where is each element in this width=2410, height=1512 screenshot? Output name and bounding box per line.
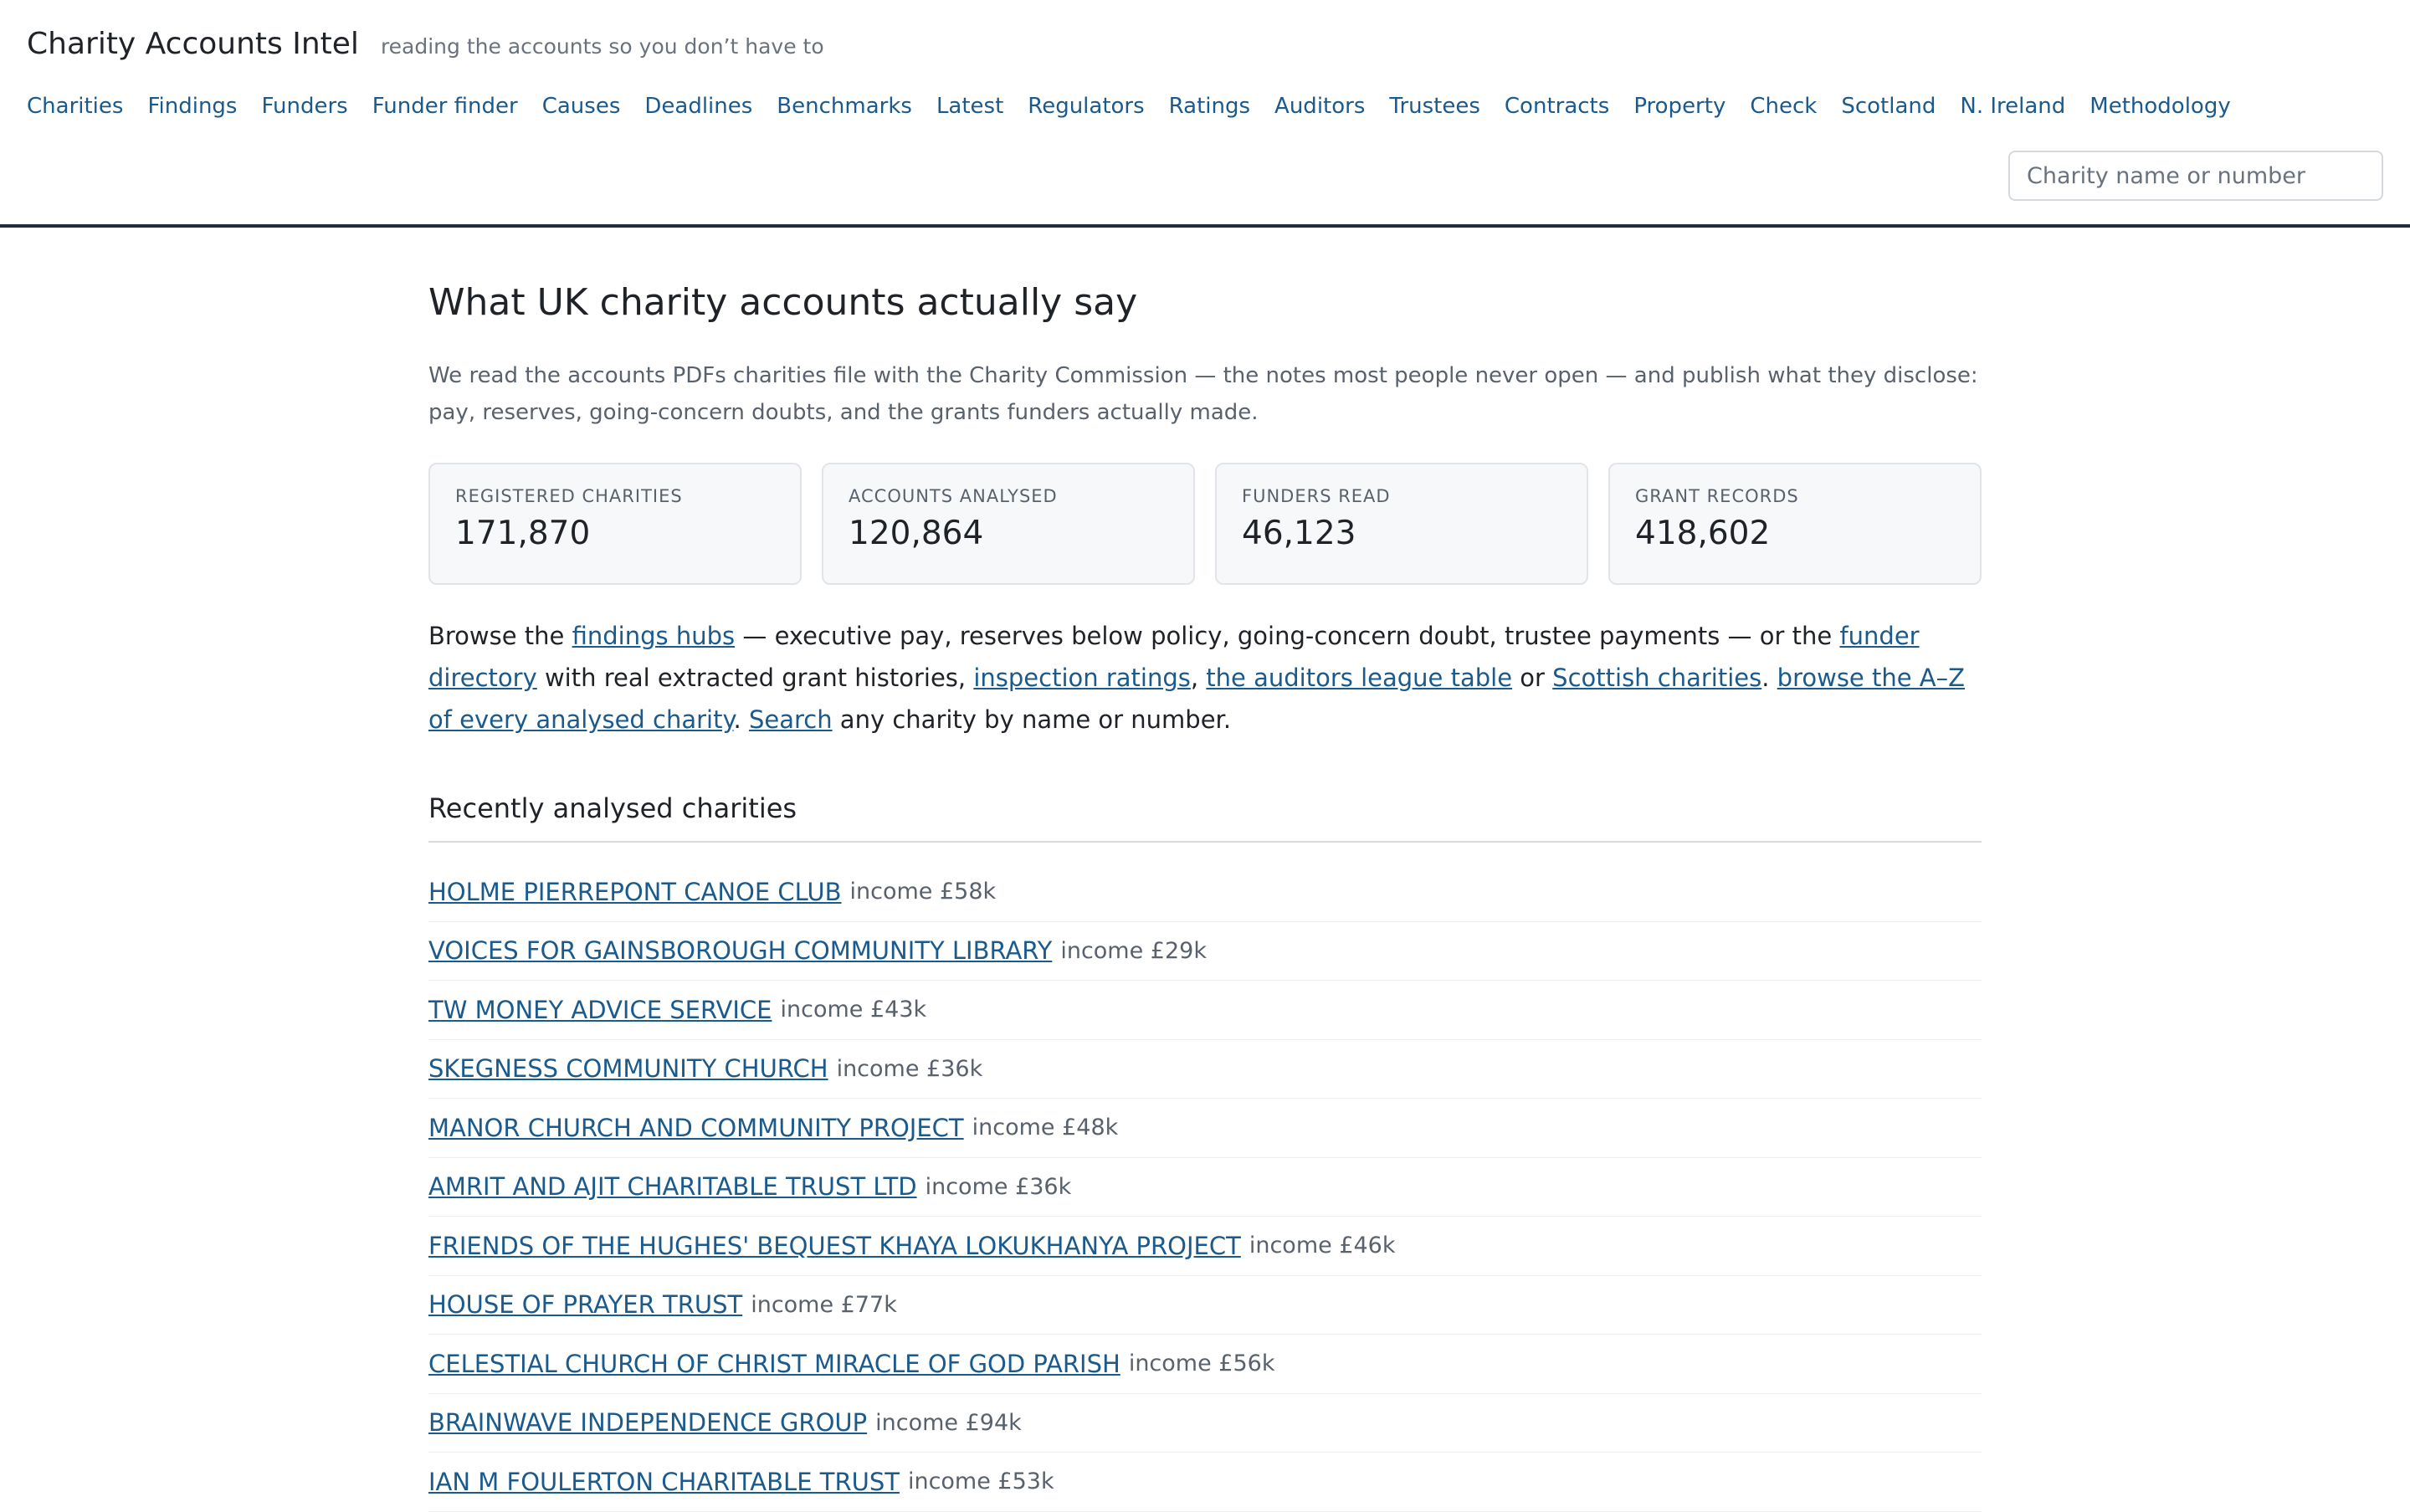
list-item: CELESTIAL CHURCH OF CHRIST MIRACLE OF GO… (428, 1335, 1982, 1394)
nav-latest[interactable]: Latest (936, 94, 1003, 119)
recent-charities-heading: Recently analysed charities (428, 792, 1982, 843)
charity-link[interactable]: HOUSE OF PRAYER TRUST (428, 1290, 742, 1319)
charity-income: income £46k (1249, 1233, 1396, 1259)
browse-text: . (733, 705, 749, 734)
stat-label: REGISTERED CHARITIES (455, 486, 683, 506)
charity-income: income £53k (907, 1468, 1054, 1495)
stat-value: 171,870 (455, 515, 591, 552)
stat-value: 418,602 (1635, 515, 1771, 552)
charity-income: income £36k (925, 1173, 1072, 1200)
brand-row: Charity Accounts Intel reading the accou… (27, 27, 824, 61)
nav-n-ireland[interactable]: N. Ireland (1960, 94, 2065, 119)
charity-link[interactable]: TW MONEY ADVICE SERVICE (428, 996, 772, 1024)
stat-card-registered-charities: REGISTERED CHARITIES 171,870 (428, 463, 802, 585)
stat-label: ACCOUNTS ANALYSED (849, 486, 1058, 506)
browse-text: or (1512, 664, 1553, 692)
browse-paragraph: Browse the findings hubs — executive pay… (428, 615, 1982, 741)
charity-link[interactable]: HOLME PIERREPONT CANOE CLUB (428, 878, 842, 906)
stat-card-grant-records: GRANT RECORDS 418,602 (1608, 463, 1982, 585)
charity-link[interactable]: MANOR CHURCH AND COMMUNITY PROJECT (428, 1114, 964, 1142)
charity-search-input[interactable] (2008, 151, 2383, 201)
intro-text: We read the accounts PDFs charities file… (428, 363, 1978, 425)
nav-funders[interactable]: Funders (261, 94, 347, 119)
nav-charities[interactable]: Charities (27, 94, 123, 119)
charity-income: income £43k (780, 997, 927, 1023)
browse-text: . (1761, 664, 1777, 692)
list-item: TW MONEY ADVICE SERVICE income £43k (428, 981, 1982, 1040)
nav-benchmarks[interactable]: Benchmarks (777, 94, 912, 119)
findings-hubs-link[interactable]: findings hubs (572, 622, 736, 650)
recent-charities-list: HOLME PIERREPONT CANOE CLUB income £58k … (428, 863, 1982, 1512)
charity-income: income £77k (751, 1291, 897, 1318)
stat-card-funders-read: FUNDERS READ 46,123 (1215, 463, 1588, 585)
site-brand-link[interactable]: Charity Accounts Intel (27, 27, 359, 61)
site-header: Charity Accounts Intel reading the accou… (0, 0, 2410, 228)
browse-text: any charity by name or number. (832, 705, 1232, 734)
browse-text: with real extracted grant histories, (536, 664, 974, 692)
list-item: BRAINWAVE INDEPENDENCE GROUP income £94k (428, 1394, 1982, 1453)
nav-auditors[interactable]: Auditors (1274, 94, 1365, 119)
stat-card-accounts-analysed: ACCOUNTS ANALYSED 120,864 (822, 463, 1195, 585)
nav-funder-finder[interactable]: Funder finder (372, 94, 518, 119)
list-item: FRIENDS OF THE HUGHES' BEQUEST KHAYA LOK… (428, 1217, 1982, 1276)
charity-link[interactable]: AMRIT AND AJIT CHARITABLE TRUST LTD (428, 1172, 917, 1201)
list-item: SKEGNESS COMMUNITY CHURCH income £36k (428, 1040, 1982, 1099)
nav-property[interactable]: Property (1633, 94, 1725, 119)
nav-deadlines[interactable]: Deadlines (644, 94, 752, 119)
auditors-league-table-link[interactable]: the auditors league table (1206, 664, 1512, 692)
search-link[interactable]: Search (749, 705, 833, 734)
list-item: HOUSE OF PRAYER TRUST income £77k (428, 1276, 1982, 1335)
nav-findings[interactable]: Findings (147, 94, 237, 119)
charity-income: income £29k (1060, 937, 1207, 964)
charity-income: income £48k (972, 1115, 1119, 1141)
charity-income: income £58k (849, 879, 997, 905)
stat-label: GRANT RECORDS (1635, 486, 1799, 506)
nav-trustees[interactable]: Trustees (1389, 94, 1480, 119)
main-content: What UK charity accounts actually say We… (428, 281, 1982, 1512)
browse-text: Browse the (428, 622, 572, 650)
charity-income: income £94k (875, 1409, 1022, 1436)
stat-value: 120,864 (849, 515, 984, 552)
list-item: VOICES FOR GAINSBOROUGH COMMUNITY LIBRAR… (428, 922, 1982, 981)
site-tagline: reading the accounts so you don’t have t… (380, 34, 824, 59)
inspection-ratings-link[interactable]: inspection ratings (973, 664, 1191, 692)
main-nav: Charities Findings Funders Funder finder… (27, 94, 2231, 119)
list-item: MANOR CHURCH AND COMMUNITY PROJECT incom… (428, 1099, 1982, 1158)
nav-regulators[interactable]: Regulators (1028, 94, 1144, 119)
stats-row: REGISTERED CHARITIES 171,870 ACCOUNTS AN… (428, 463, 1982, 585)
nav-methodology[interactable]: Methodology (2090, 94, 2230, 119)
page-title: What UK charity accounts actually say (428, 281, 1138, 324)
charity-link[interactable]: FRIENDS OF THE HUGHES' BEQUEST KHAYA LOK… (428, 1232, 1241, 1260)
nav-causes[interactable]: Causes (542, 94, 621, 119)
browse-text: , (1190, 664, 1207, 692)
stat-value: 46,123 (1242, 515, 1356, 552)
scottish-charities-link[interactable]: Scottish charities (1552, 664, 1761, 692)
nav-contracts[interactable]: Contracts (1505, 94, 1609, 119)
nav-scotland[interactable]: Scotland (1841, 94, 1936, 119)
charity-income: income £56k (1128, 1351, 1275, 1377)
list-item: IAN M FOULERTON CHARITABLE TRUST income … (428, 1453, 1982, 1512)
charity-link[interactable]: BRAINWAVE INDEPENDENCE GROUP (428, 1408, 867, 1437)
browse-text: — executive pay, reserves below policy, … (735, 622, 1840, 650)
list-item: HOLME PIERREPONT CANOE CLUB income £58k (428, 863, 1982, 922)
nav-check[interactable]: Check (1750, 94, 1817, 119)
charity-link[interactable]: CELESTIAL CHURCH OF CHRIST MIRACLE OF GO… (428, 1350, 1120, 1378)
list-item: AMRIT AND AJIT CHARITABLE TRUST LTD inco… (428, 1158, 1982, 1217)
charity-link[interactable]: IAN M FOULERTON CHARITABLE TRUST (428, 1468, 900, 1496)
stat-label: FUNDERS READ (1242, 486, 1391, 506)
charity-link[interactable]: VOICES FOR GAINSBOROUGH COMMUNITY LIBRAR… (428, 936, 1052, 965)
charity-link[interactable]: SKEGNESS COMMUNITY CHURCH (428, 1054, 828, 1083)
nav-ratings[interactable]: Ratings (1169, 94, 1250, 119)
charity-income: income £36k (836, 1055, 983, 1082)
